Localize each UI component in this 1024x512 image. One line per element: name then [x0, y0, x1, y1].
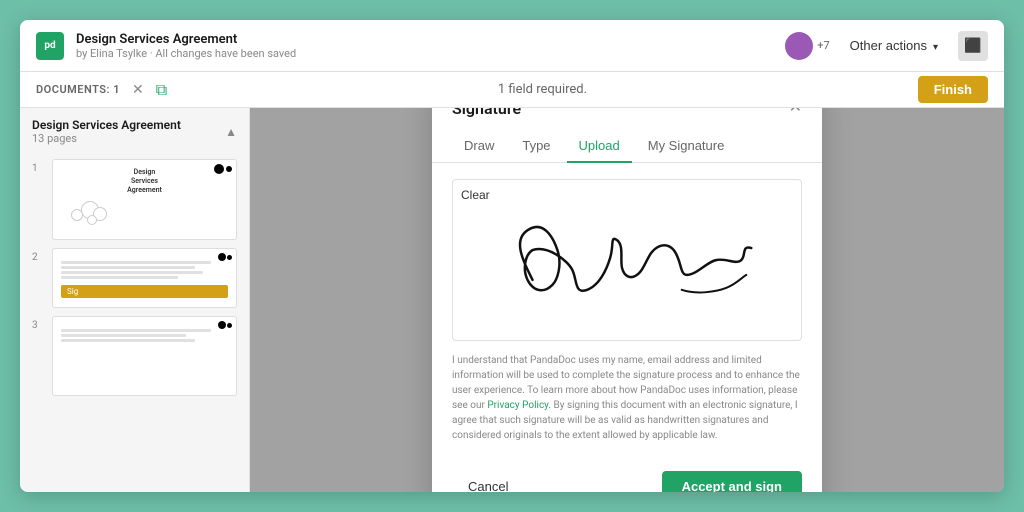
page-thumb-1[interactable]: 1 DesignServicesAgreement: [20, 155, 249, 244]
signature-drawing: [453, 180, 801, 340]
accept-sign-button[interactable]: Accept and sign: [662, 471, 802, 493]
avatar-group: +7: [785, 32, 829, 60]
sub-header: DOCUMENTS: 1 ✕ ⧉ 1 field required. Finis…: [20, 72, 1004, 108]
modal-title: Signature: [452, 108, 521, 118]
finish-button[interactable]: Finish: [918, 76, 988, 103]
signature-area: Clear: [452, 179, 802, 341]
tab-type[interactable]: Type: [510, 130, 562, 163]
page-number-2: 2: [32, 252, 44, 263]
sidebar-doc-name: Design Services Agreement: [32, 118, 181, 132]
modal-close-button[interactable]: ✕: [789, 108, 802, 116]
chat-button[interactable]: ⬛: [958, 31, 988, 61]
close-panel-button[interactable]: ✕: [132, 82, 144, 98]
doc-info: Design Services Agreement by Elina Tsylk…: [76, 32, 773, 60]
modal-tabs: Draw Type Upload My Signature: [432, 130, 822, 163]
privacy-policy-link[interactable]: Privacy Policy: [487, 400, 548, 411]
thumb-decoration: [61, 201, 228, 231]
thumb-title: DesignServicesAgreement: [61, 168, 228, 195]
pandadoc-logo: pd: [36, 32, 64, 60]
page-thumbnail-3[interactable]: [52, 316, 237, 396]
sign-placeholder: Sig: [61, 285, 228, 298]
other-actions-button[interactable]: Other actions: [842, 34, 946, 57]
thumb-text-lines: [61, 261, 228, 281]
clear-button[interactable]: Clear: [461, 188, 490, 202]
tab-draw[interactable]: Draw: [452, 130, 506, 163]
doc-viewer: DesignServicesAgreement: [250, 108, 1004, 492]
header: pd Design Services Agreement by Elina Ts…: [20, 20, 1004, 72]
chat-icon: ⬛: [964, 38, 981, 54]
modal-legal-text: I understand that PandaDoc uses my name,…: [452, 353, 802, 443]
signature-modal: Signature ✕ Draw Type Upload My Signatur…: [432, 108, 822, 492]
tab-upload[interactable]: Upload: [567, 130, 632, 163]
thumb-text-lines-3: [61, 329, 228, 344]
modal-footer: Cancel Accept and sign: [432, 459, 822, 493]
sidebar-doc-pages: 13 pages: [32, 132, 181, 145]
page-thumbnail-1[interactable]: DesignServicesAgreement: [52, 159, 237, 240]
doc-subtitle: by Elina Tsylke · All changes have been …: [76, 47, 773, 60]
thumb-icon-2: [218, 253, 232, 261]
doc-title: Design Services Agreement: [76, 32, 773, 47]
page-thumbnail-2[interactable]: Sig: [52, 248, 237, 308]
thumb-icon: [214, 164, 232, 174]
avatar-count: +7: [817, 39, 829, 52]
avatar: [785, 32, 813, 60]
modal-body: Clear I understand that PandaDoc uses my…: [432, 163, 822, 459]
main-content: Design Services Agreement 13 pages ▲ 1 D…: [20, 108, 1004, 492]
chevron-down-icon: [931, 38, 938, 53]
page-number-3: 3: [32, 320, 44, 331]
field-required-notice: 1 field required.: [179, 82, 906, 97]
sidebar-doc-header: Design Services Agreement 13 pages ▲: [20, 108, 249, 155]
page-number-1: 1: [32, 163, 44, 174]
page-thumb-3[interactable]: 3: [20, 312, 249, 400]
page-thumb-2[interactable]: 2 Sig: [20, 244, 249, 312]
copy-button[interactable]: ⧉: [156, 80, 167, 100]
documents-label: DOCUMENTS: 1: [36, 83, 120, 96]
tab-my-signature[interactable]: My Signature: [636, 130, 737, 163]
thumb-icon-3: [218, 321, 232, 329]
modal-overlay: Signature ✕ Draw Type Upload My Signatur…: [250, 108, 1004, 492]
sidebar: Design Services Agreement 13 pages ▲ 1 D…: [20, 108, 250, 492]
modal-header: Signature ✕: [432, 108, 822, 118]
collapse-icon[interactable]: ▲: [225, 125, 237, 139]
cancel-button[interactable]: Cancel: [452, 471, 524, 493]
app-window: pd Design Services Agreement by Elina Ts…: [20, 20, 1004, 492]
header-actions: +7 Other actions ⬛: [785, 31, 988, 61]
